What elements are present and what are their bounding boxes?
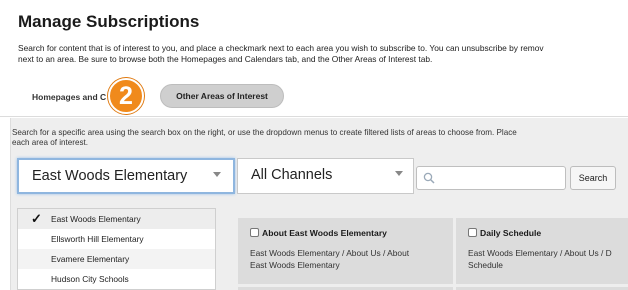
card-title[interactable]: Daily Schedule (468, 228, 541, 238)
area-list: ✓ East Woods Elementary Ellsworth Hill E… (17, 208, 216, 290)
step-badge: 2 (108, 78, 144, 114)
help-line-1: Search for a specific area using the sea… (12, 128, 517, 137)
intro-line-1: Search for content that is of interest t… (18, 43, 544, 53)
card-path-line-2: Schedule (468, 260, 503, 270)
search-icon (423, 172, 435, 184)
search-button[interactable]: Search (570, 166, 616, 190)
page-title: Manage Subscriptions (18, 12, 200, 31)
list-item-label: Evamere Elementary (51, 254, 130, 264)
chevron-down-icon (213, 172, 221, 177)
list-item-label: East Woods Elementary (51, 214, 141, 224)
card-path: East Woods Elementary / About Us / About… (250, 247, 409, 271)
chevron-down-icon (395, 171, 403, 176)
area-card: About East Woods Elementary East Woods E… (238, 218, 453, 284)
tab-other-areas-of-interest[interactable]: Other Areas of Interest (160, 84, 284, 108)
channel-select[interactable]: All Channels (237, 158, 414, 194)
channel-select-value: All Channels (251, 167, 333, 183)
card-path-line-1: East Woods Elementary / About Us / About (250, 248, 410, 258)
intro-text: Search for content that is of interest t… (18, 43, 628, 65)
search-input[interactable] (416, 166, 566, 190)
help-text: Search for a specific area using the sea… (12, 128, 628, 148)
card-title-text: About East Woods Elementary (262, 228, 387, 238)
list-item[interactable]: Evamere Elementary (18, 249, 215, 269)
list-item[interactable]: Hudson City Schools (18, 269, 215, 289)
list-item[interactable]: Ellsworth Hill Elementary (18, 229, 215, 249)
manage-subscriptions-page: Manage Subscriptions Search for content … (0, 0, 628, 290)
tab-homepages-calendars[interactable]: Homepages and C (32, 92, 106, 102)
list-item-label: Ellsworth Hill Elementary (51, 234, 144, 244)
card-title-text: Daily Schedule (480, 228, 542, 238)
tab-bar: Homepages and C 2 Other Areas of Interes… (0, 77, 628, 117)
card-path-line-2: East Woods Elementary (250, 260, 340, 270)
area-select[interactable]: East Woods Elementary (17, 158, 235, 194)
area-card: Daily Schedule East Woods Elementary / A… (456, 218, 628, 284)
card-path-line-1: East Woods Elementary / About Us / D (468, 248, 612, 258)
check-icon: ✓ (31, 211, 42, 226)
card-path: East Woods Elementary / About Us / D Sch… (468, 247, 612, 271)
card-title[interactable]: About East Woods Elementary (250, 228, 387, 238)
list-item-label: Hudson City Schools (51, 274, 129, 284)
intro-line-2: next to an area. Be sure to browse both … (18, 54, 433, 64)
area-select-value: East Woods Elementary (32, 168, 188, 184)
help-line-2: each area of interest. (12, 138, 89, 147)
subscribe-checkbox[interactable] (468, 228, 477, 237)
list-item[interactable]: ✓ East Woods Elementary (18, 209, 215, 229)
subscribe-checkbox[interactable] (250, 228, 259, 237)
